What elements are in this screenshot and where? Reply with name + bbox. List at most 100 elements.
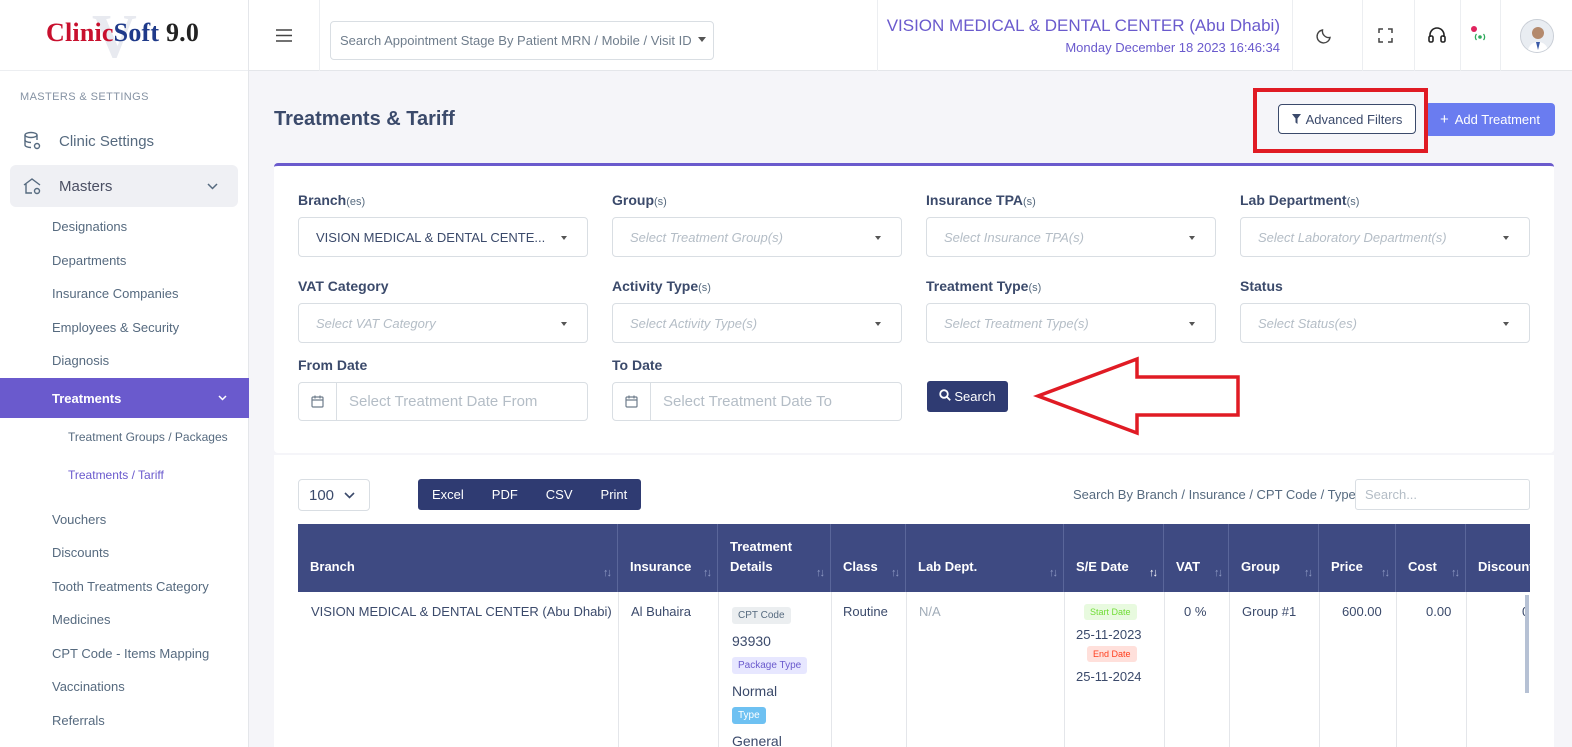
activity-type-select[interactable]: Select Activity Type(s) <box>612 303 902 343</box>
sidebar: V ClinicSoft 9.0 MASTERS & SETTINGS Clin… <box>0 0 249 747</box>
lab-department-placeholder: Select Laboratory Department(s) <box>1258 229 1447 245</box>
column-header-se-date[interactable]: S/E Date ↑↓ <box>1064 524 1164 592</box>
package-type-badge: Package Type <box>732 657 808 674</box>
export-excel-button[interactable]: Excel <box>418 487 478 502</box>
group-select[interactable]: Select Treatment Group(s) <box>612 217 902 257</box>
sidebar-item-designations[interactable]: Designations <box>52 219 127 234</box>
sidebar-item-insurance-companies[interactable]: Insurance Companies <box>52 286 178 301</box>
start-date-badge: Start Date <box>1084 604 1137 620</box>
sort-icon: ↑↓ <box>603 567 612 579</box>
annotation-highlight-box <box>1253 88 1428 153</box>
to-date-label: To Date <box>612 357 663 373</box>
column-divider <box>831 592 832 747</box>
sidebar-item-vouchers[interactable]: Vouchers <box>52 512 106 527</box>
sidebar-item-employees-security[interactable]: Employees & Security <box>52 320 179 335</box>
sidebar-item-tooth-treatments[interactable]: Tooth Treatments Category <box>52 579 209 594</box>
insurance-tpa-placeholder: Select Insurance TPA(s) <box>944 229 1084 245</box>
clinic-name: VISION MEDICAL & DENTAL CENTER (Abu Dhab… <box>886 16 1280 35</box>
treatment-type-placeholder: Select Treatment Type(s) <box>944 315 1089 331</box>
end-date-badge: End Date <box>1087 646 1137 662</box>
table-search-input[interactable]: Search... <box>1355 479 1530 510</box>
column-header-discount[interactable]: Discount <box>1466 524 1530 592</box>
insurance-tpa-select[interactable]: Select Insurance TPA(s) <box>926 217 1216 257</box>
sidebar-item-treatment-groups[interactable]: Treatment Groups / Packages <box>68 430 228 444</box>
fullscreen-icon[interactable] <box>1372 22 1398 48</box>
from-date-label: From Date <box>298 357 368 373</box>
logo[interactable]: V ClinicSoft 9.0 <box>0 0 248 71</box>
column-divider <box>1466 592 1467 747</box>
sidebar-item-cpt-mapping[interactable]: CPT Code - Items Mapping <box>52 646 209 661</box>
sidebar-item-diagnosis[interactable]: Diagnosis <box>52 353 109 368</box>
column-header-class[interactable]: Class ↑↓ <box>831 524 906 592</box>
sidebar-item-label: Treatments <box>52 390 122 406</box>
sidebar-item-departments[interactable]: Departments <box>52 253 126 268</box>
column-header-price[interactable]: Price ↑↓ <box>1319 524 1396 592</box>
caret-down-icon <box>1503 236 1509 240</box>
column-header-group[interactable]: Group ↑↓ <box>1229 524 1319 592</box>
activity-type-placeholder: Select Activity Type(s) <box>630 315 758 331</box>
vat-category-placeholder: Select VAT Category <box>316 315 436 331</box>
column-divider <box>906 592 907 747</box>
user-avatar[interactable] <box>1520 19 1554 53</box>
column-header-branch[interactable]: Branch ↑↓ <box>298 524 618 592</box>
export-pdf-button[interactable]: PDF <box>478 487 532 502</box>
sidebar-item-label: Masters <box>59 177 113 195</box>
search-button[interactable]: Search <box>927 381 1008 412</box>
vat-category-select[interactable]: Select VAT Category <box>298 303 588 343</box>
to-date-input[interactable]: Select Treatment Date To <box>612 382 902 421</box>
column-divider <box>1319 592 1320 747</box>
caret-down-icon <box>698 37 706 42</box>
cell-end-date: 25-11-2024 <box>1076 669 1142 684</box>
logo-text: ClinicSoft 9.0 <box>46 18 200 47</box>
branch-label: Branch(es) <box>298 192 366 208</box>
caret-down-icon <box>1189 322 1195 326</box>
appointment-search-select[interactable]: Search Appointment Stage By Patient MRN … <box>330 21 714 60</box>
page-length-select[interactable]: 100 <box>298 479 370 511</box>
headset-support-icon[interactable] <box>1424 22 1450 48</box>
cell-lab-dept: N/A <box>919 604 941 619</box>
branch-select[interactable]: VISION MEDICAL & DENTAL CENTE... <box>298 217 588 257</box>
column-header-vat[interactable]: VAT ↑↓ <box>1164 524 1229 592</box>
lab-department-label: Lab Department(s) <box>1240 192 1360 208</box>
dark-mode-moon-icon[interactable] <box>1311 22 1337 48</box>
group-label: Group(s) <box>612 192 667 208</box>
column-header-lab-dept[interactable]: Lab Dept. ↑↓ <box>906 524 1064 592</box>
sidebar-item-clinic-settings[interactable]: Clinic Settings <box>10 120 238 162</box>
print-button[interactable]: Print <box>587 487 642 502</box>
lab-department-select[interactable]: Select Laboratory Department(s) <box>1240 217 1530 257</box>
table-scrollbar[interactable] <box>1525 595 1529 693</box>
sidebar-item-masters[interactable]: Masters <box>10 165 238 207</box>
annotation-arrow-icon <box>1033 356 1240 436</box>
export-csv-button[interactable]: CSV <box>532 487 587 502</box>
caret-down-icon <box>1189 236 1195 240</box>
cell-branch: VISION MEDICAL & DENTAL CENTER (Abu Dhab… <box>311 604 612 619</box>
export-button-group: Excel PDF CSV Print <box>418 479 642 510</box>
sidebar-item-vaccinations[interactable]: Vaccinations <box>52 679 125 694</box>
database-settings-icon <box>22 131 44 151</box>
column-header-treatment-details[interactable]: Treatment Details ↑↓ <box>718 524 831 592</box>
caret-down-icon <box>561 236 567 240</box>
sidebar-item-treatments-tariff[interactable]: Treatments / Tariff <box>68 468 164 482</box>
sidebar-item-referrals[interactable]: Referrals <box>52 713 105 728</box>
status-placeholder: Select Status(es) <box>1258 315 1357 331</box>
cell-cost: 0.00 <box>1426 604 1452 619</box>
sort-icon: ↑↓ <box>891 567 900 579</box>
from-date-input[interactable]: Select Treatment Date From <box>298 382 588 421</box>
sidebar-item-discounts[interactable]: Discounts <box>52 545 109 560</box>
treatment-type-select[interactable]: Select Treatment Type(s) <box>926 303 1216 343</box>
divider <box>1414 0 1415 71</box>
status-select[interactable]: Select Status(es) <box>1240 303 1530 343</box>
search-icon <box>939 389 952 404</box>
caret-down-icon <box>561 322 567 326</box>
column-divider <box>618 592 619 747</box>
broadcast-status-icon[interactable] <box>1466 22 1492 48</box>
sidebar-item-treatments[interactable]: Treatments <box>0 378 249 418</box>
type-badge: Type <box>732 707 766 724</box>
sidebar-item-medicines[interactable]: Medicines <box>52 612 111 627</box>
plus-icon: + <box>1439 111 1449 128</box>
add-treatment-button[interactable]: + Add Treatment <box>1425 103 1555 136</box>
menu-toggle-icon[interactable] <box>249 0 320 71</box>
column-header-insurance[interactable]: Insurance ↑↓ <box>618 524 718 592</box>
column-header-cost[interactable]: Cost ↑↓ <box>1396 524 1466 592</box>
cell-class: Routine <box>843 604 888 619</box>
